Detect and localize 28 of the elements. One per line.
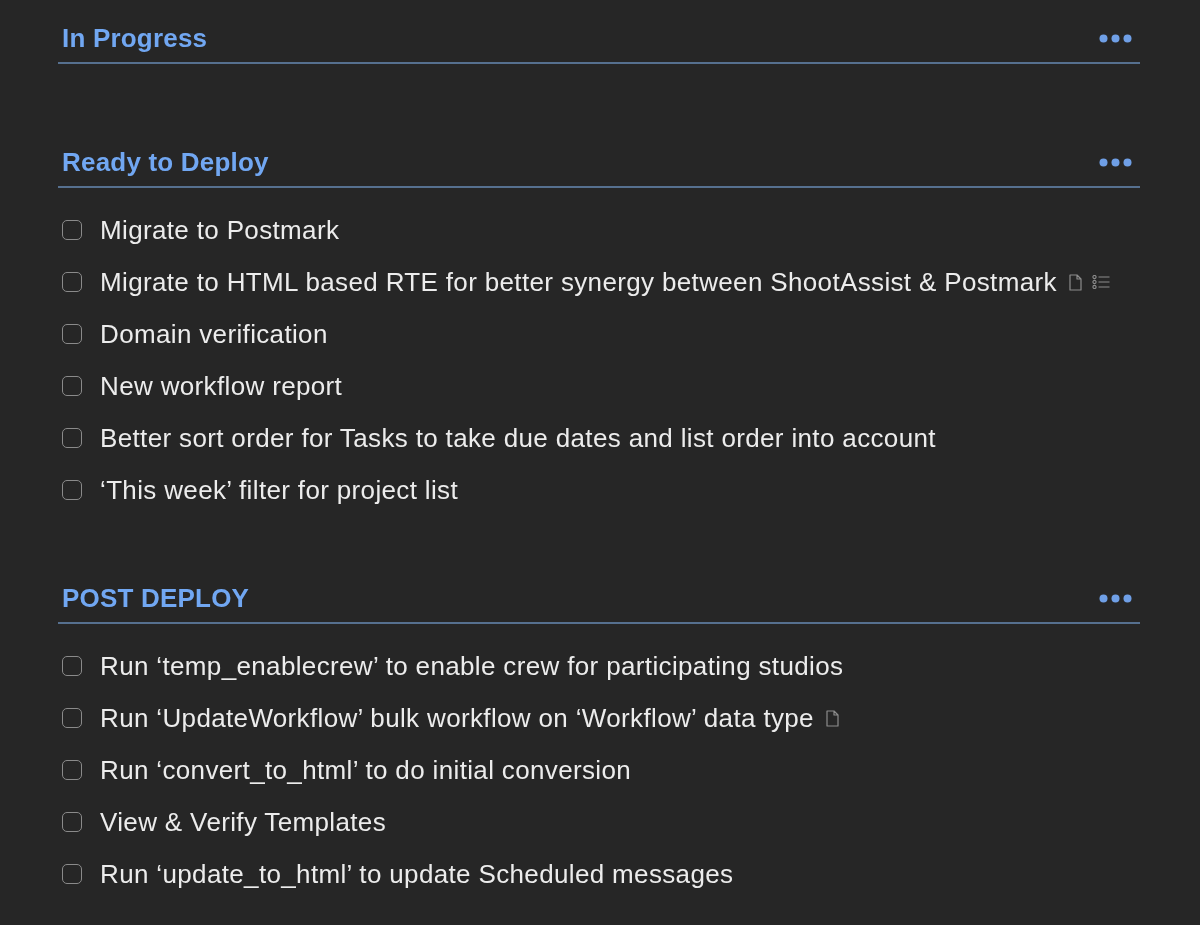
task-text[interactable]: New workflow report — [100, 370, 343, 402]
task-text[interactable]: Migrate to HTML based RTE for better synergy between ShootAssist & Postmark — [100, 266, 1057, 298]
more-icon — [1099, 157, 1132, 167]
more-icon — [1099, 33, 1132, 43]
task-text[interactable]: Run ‘update_to_html’ to update Scheduled messages — [100, 858, 734, 890]
checkbox[interactable] — [62, 376, 82, 396]
checkbox[interactable] — [62, 272, 82, 292]
task-text[interactable]: Better sort order for Tasks to take due dates and list order into account — [100, 422, 936, 454]
checkbox[interactable] — [62, 656, 82, 676]
checkbox[interactable] — [62, 864, 82, 884]
checkbox[interactable] — [62, 428, 82, 448]
section-title: POST DEPLOY — [62, 582, 250, 614]
checkbox[interactable] — [62, 480, 82, 500]
checkbox[interactable] — [62, 708, 82, 728]
section-title: In Progress — [62, 22, 208, 54]
task-text[interactable]: Run ‘temp_enablecrew’ to enable crew for participating studios — [100, 650, 844, 682]
task-text[interactable]: View & Verify Templates — [100, 806, 386, 838]
task-text[interactable]: Domain verification — [100, 318, 328, 350]
more-icon — [1099, 593, 1132, 603]
task-text[interactable]: ‘This week’ filter for project list — [100, 474, 459, 506]
task-text[interactable]: Run ‘convert_to_html’ to do initial conversion — [100, 754, 632, 786]
section-title: Ready to Deploy — [62, 146, 269, 178]
checkbox[interactable] — [62, 760, 82, 780]
task-text[interactable]: Migrate to Postmark — [100, 214, 340, 246]
task-text[interactable]: Run ‘UpdateWorkflow’ bulk workflow on ‘Workflow’ data type — [100, 702, 814, 734]
checkbox[interactable] — [62, 812, 82, 832]
checkbox[interactable] — [62, 220, 82, 240]
checkbox[interactable] — [62, 324, 82, 344]
